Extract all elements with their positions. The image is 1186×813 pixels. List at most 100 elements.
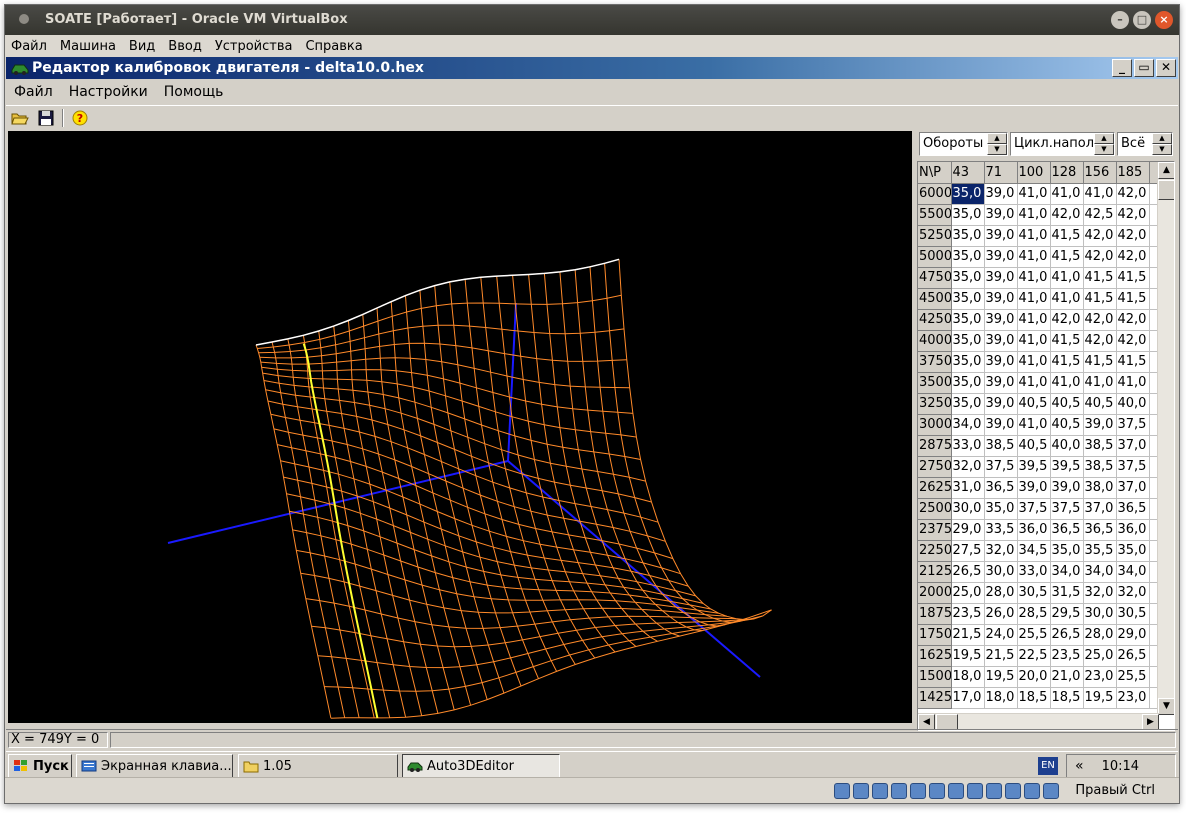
minimize-icon[interactable]: – xyxy=(1111,11,1129,29)
table-cell[interactable]: 39,0 xyxy=(984,267,1018,289)
table-cell[interactable]: 37,5 xyxy=(984,456,1018,478)
table-cell[interactable]: 41,0 xyxy=(1017,309,1051,331)
maximize-icon[interactable]: □ xyxy=(1133,11,1151,29)
table-cell[interactable]: 26,5 xyxy=(951,561,985,583)
table-cell[interactable]: 36,5 xyxy=(1050,519,1084,541)
table-cell[interactable]: 38,5 xyxy=(1083,435,1117,457)
table-cell[interactable]: 39,0 xyxy=(984,330,1018,352)
table-cell[interactable]: 31,0 xyxy=(951,477,985,499)
table-cell[interactable]: 37,5 xyxy=(1116,414,1150,436)
shared-folder-icon[interactable] xyxy=(929,783,945,799)
host-menu-input[interactable]: Ввод xyxy=(168,39,202,54)
table-cell[interactable]: 41,5 xyxy=(1050,225,1084,247)
row-header[interactable]: 3500 xyxy=(918,372,952,394)
row-header[interactable]: 1750 xyxy=(918,624,952,646)
table-cell[interactable]: 25,0 xyxy=(951,582,985,604)
table-cell[interactable]: 41,0 xyxy=(1083,183,1117,205)
table-cell[interactable]: 35,0 xyxy=(951,204,985,226)
row-header[interactable]: 3000 xyxy=(918,414,952,436)
row-header[interactable]: 2000 xyxy=(918,582,952,604)
table-cell[interactable]: 18,0 xyxy=(951,666,985,688)
tray-expand-icon[interactable]: « xyxy=(1075,758,1084,774)
table-cell[interactable]: 38,5 xyxy=(984,435,1018,457)
host-menu-machine[interactable]: Машина xyxy=(60,39,116,54)
audio-icon[interactable] xyxy=(872,783,888,799)
table-cell[interactable]: 29,5 xyxy=(1050,603,1084,625)
table-cell[interactable]: 41,0 xyxy=(1017,288,1051,310)
table-cell[interactable]: 30,5 xyxy=(1116,603,1150,625)
row-header[interactable]: 3750 xyxy=(918,351,952,373)
display-icon[interactable] xyxy=(948,783,964,799)
table-cell[interactable]: 42,0 xyxy=(1116,309,1150,331)
table-cell[interactable]: 39,0 xyxy=(984,414,1018,436)
table-cell[interactable]: 42,0 xyxy=(1116,204,1150,226)
app-minimize-button[interactable]: _ xyxy=(1112,59,1132,77)
row-header[interactable]: 1875 xyxy=(918,603,952,625)
table-cell[interactable]: 39,0 xyxy=(984,225,1018,247)
app-close-button[interactable]: ✕ xyxy=(1156,59,1176,77)
table-cell[interactable]: 42,0 xyxy=(1083,225,1117,247)
row-header[interactable]: 1500 xyxy=(918,666,952,688)
table-cell[interactable]: 30,0 xyxy=(951,498,985,520)
row-header[interactable]: 5000 xyxy=(918,246,952,268)
table-cell[interactable]: 36,0 xyxy=(1017,519,1051,541)
table-cell[interactable]: 42,0 xyxy=(1050,204,1084,226)
table-cell[interactable]: 18,0 xyxy=(984,687,1018,709)
table-cell[interactable]: 34,5 xyxy=(1017,540,1051,562)
table-cell[interactable]: 32,0 xyxy=(1083,582,1117,604)
row-header[interactable]: 3250 xyxy=(918,393,952,415)
virtualization-icon[interactable] xyxy=(1005,783,1021,799)
table-cell[interactable]: 34,0 xyxy=(1050,561,1084,583)
table-cell[interactable]: 21,0 xyxy=(1050,666,1084,688)
table-cell[interactable]: 42,0 xyxy=(1116,225,1150,247)
table-cell[interactable]: 32,0 xyxy=(984,540,1018,562)
hdd-icon[interactable] xyxy=(834,783,850,799)
table-cell[interactable]: 34,0 xyxy=(951,414,985,436)
table-cell[interactable]: 41,0 xyxy=(1050,267,1084,289)
host-key-arrow-icon[interactable] xyxy=(1043,783,1059,799)
table-cell[interactable]: 32,0 xyxy=(951,456,985,478)
table-cell[interactable]: 34,0 xyxy=(1116,561,1150,583)
spin-down-icon[interactable]: ▼ xyxy=(987,144,1007,155)
table-cell[interactable]: 40,5 xyxy=(1017,393,1051,415)
column-header[interactable]: N\P xyxy=(918,162,952,184)
table-cell[interactable]: 30,0 xyxy=(1083,603,1117,625)
horizontal-scrollbar[interactable]: ◀ ▶ xyxy=(918,713,1159,730)
column-header[interactable]: 128 xyxy=(1050,162,1084,184)
table-cell[interactable]: 28,0 xyxy=(1083,624,1117,646)
table-cell[interactable]: 35,0 xyxy=(951,309,985,331)
table-cell[interactable]: 37,5 xyxy=(1017,498,1051,520)
table-cell[interactable]: 23,5 xyxy=(1050,645,1084,667)
spin-down-icon[interactable]: ▼ xyxy=(1152,144,1172,155)
table-cell[interactable]: 39,5 xyxy=(1017,456,1051,478)
column-header[interactable]: 156 xyxy=(1083,162,1117,184)
table-cell[interactable]: 39,5 xyxy=(1050,456,1084,478)
table-cell[interactable]: 41,0 xyxy=(1017,204,1051,226)
scroll-down-icon[interactable]: ▼ xyxy=(1158,698,1174,715)
table-cell[interactable]: 30,0 xyxy=(984,561,1018,583)
table-cell[interactable]: 41,5 xyxy=(1050,330,1084,352)
table-cell[interactable]: 26,5 xyxy=(1050,624,1084,646)
vertical-scrollbar[interactable]: ▲ ▼ xyxy=(1157,162,1174,715)
table-cell[interactable]: 39,0 xyxy=(1017,477,1051,499)
table-cell[interactable]: 26,0 xyxy=(984,603,1018,625)
row-header[interactable]: 2750 xyxy=(918,456,952,478)
app-menu-file[interactable]: Файл xyxy=(14,84,53,100)
app-menu-help[interactable]: Помощь xyxy=(164,84,224,100)
row-header[interactable]: 2250 xyxy=(918,540,952,562)
host-menu-view[interactable]: Вид xyxy=(129,39,155,54)
row-header[interactable]: 4500 xyxy=(918,288,952,310)
host-menu-file[interactable]: Файл xyxy=(11,39,47,54)
table-cell[interactable]: 41,5 xyxy=(1116,267,1150,289)
cd-icon[interactable] xyxy=(853,783,869,799)
table-cell[interactable]: 35,0 xyxy=(951,330,985,352)
table-cell[interactable]: 19,5 xyxy=(951,645,985,667)
start-button[interactable]: Пуск xyxy=(8,754,72,778)
table-cell[interactable]: 33,0 xyxy=(1017,561,1051,583)
table-cell[interactable]: 42,0 xyxy=(1116,183,1150,205)
table-cell[interactable]: 19,5 xyxy=(1083,687,1117,709)
table-cell[interactable]: 41,0 xyxy=(1050,183,1084,205)
table-cell[interactable]: 37,5 xyxy=(1050,498,1084,520)
table-cell[interactable]: 33,5 xyxy=(984,519,1018,541)
table-cell[interactable]: 37,0 xyxy=(1083,498,1117,520)
